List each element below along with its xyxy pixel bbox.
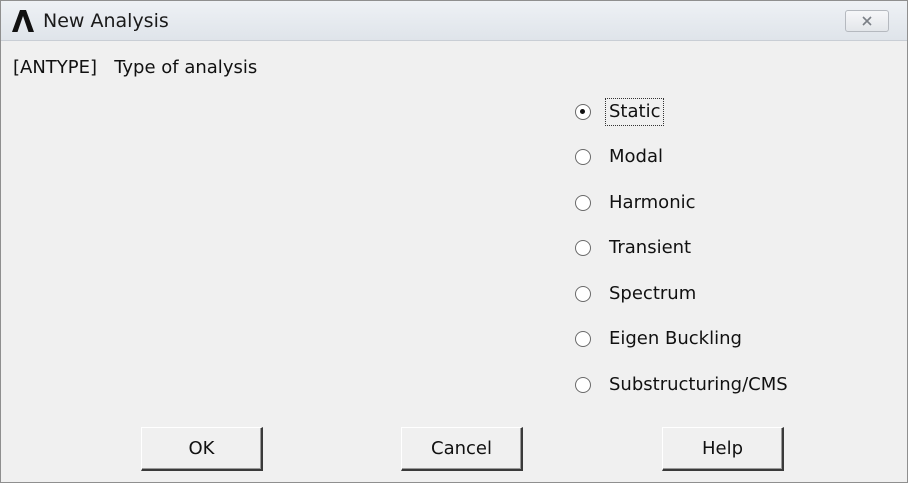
radio-button-static[interactable] xyxy=(575,103,591,120)
radio-option-static[interactable]: Static xyxy=(575,89,895,135)
radio-label-transient[interactable]: Transient xyxy=(605,234,695,262)
radio-label-spectrum[interactable]: Spectrum xyxy=(605,280,700,308)
radio-button-modal[interactable] xyxy=(575,149,591,166)
ansys-logo-icon xyxy=(11,9,35,33)
title-bar[interactable]: New Analysis xyxy=(1,1,907,41)
new-analysis-dialog: New Analysis [ANTYPE] Type of analysis S… xyxy=(0,0,908,483)
radio-button-spectrum[interactable] xyxy=(575,285,591,302)
help-button[interactable]: Help xyxy=(662,427,784,471)
window-title: New Analysis xyxy=(43,10,169,32)
analysis-type-radio-group: Static Modal Harmonic Transient Spectrum… xyxy=(575,89,895,408)
radio-option-eigen-buckling[interactable]: Eigen Buckling xyxy=(575,317,895,363)
radio-button-eigen-buckling[interactable] xyxy=(575,331,591,348)
radio-option-harmonic[interactable]: Harmonic xyxy=(575,180,895,226)
radio-label-modal[interactable]: Modal xyxy=(605,143,667,171)
antype-heading: [ANTYPE] Type of analysis xyxy=(13,57,258,78)
radio-button-harmonic[interactable] xyxy=(575,194,591,211)
radio-option-substructuring-cms[interactable]: Substructuring/CMS xyxy=(575,362,895,408)
close-button[interactable] xyxy=(845,10,889,32)
radio-option-transient[interactable]: Transient xyxy=(575,226,895,272)
radio-option-modal[interactable]: Modal xyxy=(575,135,895,181)
radio-button-substructuring-cms[interactable] xyxy=(575,376,591,393)
radio-label-substructuring-cms[interactable]: Substructuring/CMS xyxy=(605,371,792,399)
radio-option-spectrum[interactable]: Spectrum xyxy=(575,271,895,317)
close-icon xyxy=(861,12,873,31)
radio-label-eigen-buckling[interactable]: Eigen Buckling xyxy=(605,325,746,353)
radio-label-harmonic[interactable]: Harmonic xyxy=(605,189,700,217)
cancel-button[interactable]: Cancel xyxy=(401,427,523,471)
radio-button-transient[interactable] xyxy=(575,240,591,257)
ok-button[interactable]: OK xyxy=(141,427,263,471)
radio-label-static[interactable]: Static xyxy=(605,97,665,126)
